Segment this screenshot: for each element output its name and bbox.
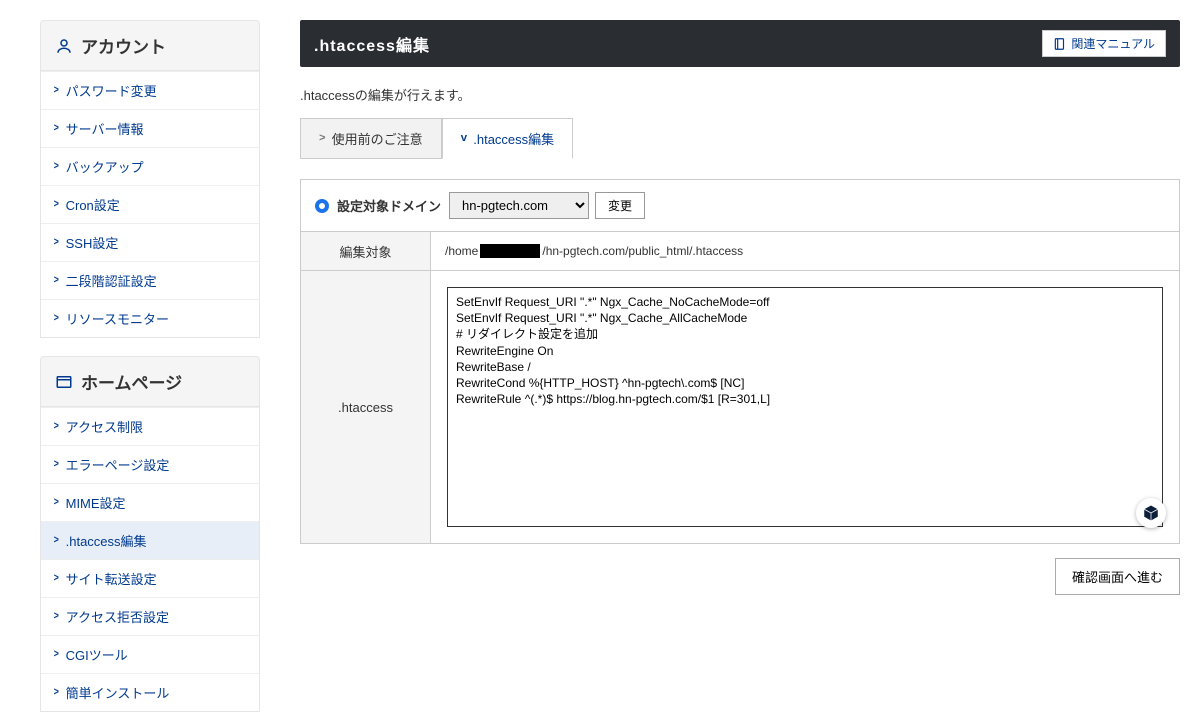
sidebar-item-label: リソースモニター	[66, 309, 169, 328]
submit-row: 確認画面へ進む	[300, 558, 1180, 595]
sidebar-item-install[interactable]: 簡単インストール	[41, 673, 259, 711]
sidebar-item-cron[interactable]: Cron設定	[41, 185, 259, 223]
floating-badge[interactable]	[1136, 498, 1166, 528]
sidebar-item-label: CGIツール	[66, 645, 128, 664]
sidebar-item-ssh[interactable]: SSH設定	[41, 223, 259, 261]
cube-icon	[1142, 504, 1160, 522]
manual-button-label: 関連マニュアル	[1071, 35, 1155, 52]
target-path: /home /hn-pgtech.com/public_html/.htacce…	[445, 244, 743, 258]
sidebar-item-mime[interactable]: MIME設定	[41, 483, 259, 521]
sidebar: アカウントパスワード変更サーバー情報バックアップ Cron設定 SSH設定二段階認証…	[0, 20, 270, 606]
sidebar-item-label: Cron設定	[66, 195, 120, 214]
sidebar-item-serverinfo[interactable]: サーバー情報	[41, 109, 259, 147]
sidebar-item-deny[interactable]: アクセス拒否設定	[41, 597, 259, 635]
sidebar-list: アクセス制限エラーページ設定 MIME設定 .htaccess編集サイト転送設定アク…	[40, 407, 260, 712]
chevron-icon: >	[319, 133, 326, 145]
sidebar-item-label: サイト転送設定	[66, 569, 157, 588]
sidebar-item-2fa[interactable]: 二段階認証設定	[41, 261, 259, 299]
sidebar-item-label: .htaccess編集	[66, 531, 147, 550]
editor-row: .htaccess	[301, 270, 1179, 543]
change-button[interactable]: 変更	[595, 192, 645, 219]
sidebar-item-label: アクセス制限	[66, 417, 143, 436]
page-title: .htaccess編集	[314, 32, 430, 56]
tab-label: 使用前のご注意	[332, 129, 423, 148]
sidebar-item-label: 簡単インストール	[66, 683, 170, 702]
sidebar-list: パスワード変更サーバー情報バックアップ Cron設定 SSH設定二段階認証設定リソー…	[40, 71, 260, 338]
domain-select[interactable]: hn-pgtech.com	[449, 192, 589, 219]
submit-button[interactable]: 確認画面へ進む	[1055, 558, 1180, 595]
book-icon	[1053, 37, 1067, 51]
target-row-label: 編集対象	[301, 232, 431, 270]
tab-label: .htaccess編集	[473, 129, 554, 148]
sidebar-item-resource[interactable]: リソースモニター	[41, 299, 259, 337]
manual-button[interactable]: 関連マニュアル	[1042, 30, 1166, 57]
editor-row-label: .htaccess	[301, 271, 431, 543]
sidebar-section-title: ホームページ	[81, 369, 182, 394]
sidebar-item-cgi[interactable]: CGIツール	[41, 635, 259, 673]
sidebar-item-label: バックアップ	[66, 157, 144, 176]
sidebar-section-header: ホームページ	[40, 356, 260, 407]
sidebar-item-error[interactable]: エラーページ設定	[41, 445, 259, 483]
sidebar-section-header: アカウント	[40, 20, 260, 71]
path-prefix: /home	[445, 244, 478, 258]
sidebar-item-forward[interactable]: サイト転送設定	[41, 559, 259, 597]
sidebar-item-label: SSH設定	[66, 233, 119, 252]
sidebar-item-backup[interactable]: バックアップ	[41, 147, 259, 185]
htaccess-editor[interactable]	[447, 287, 1163, 527]
sidebar-item-htaccess[interactable]: .htaccess編集	[41, 521, 259, 559]
target-row: 編集対象 /home /hn-pgtech.com/public_html/.h…	[301, 231, 1179, 270]
tab-edit[interactable]: v .htaccess編集	[442, 118, 574, 159]
window-icon	[55, 373, 73, 391]
sidebar-item-label: 二段階認証設定	[66, 271, 157, 290]
sidebar-item-access[interactable]: アクセス制限	[41, 407, 259, 445]
domain-row: 設定対象ドメイン hn-pgtech.com 変更	[301, 180, 1179, 231]
sidebar-item-password[interactable]: パスワード変更	[41, 71, 259, 109]
sidebar-section-title: アカウント	[81, 33, 166, 58]
redacted-segment	[480, 244, 540, 258]
sidebar-item-label: アクセス拒否設定	[66, 607, 169, 626]
domain-radio[interactable]	[315, 199, 329, 213]
page-header: .htaccess編集 関連マニュアル	[300, 20, 1180, 67]
sidebar-item-label: MIME設定	[66, 493, 126, 512]
sidebar-item-label: パスワード変更	[66, 81, 157, 100]
path-suffix: /hn-pgtech.com/public_html/.htaccess	[542, 244, 743, 258]
page-description: .htaccessの編集が行えます。	[300, 85, 1180, 104]
tabs: > 使用前のご注意 v .htaccess編集	[300, 118, 1180, 159]
user-icon	[55, 37, 73, 55]
main-content: .htaccess編集 関連マニュアル .htaccessの編集が行えます。 >…	[270, 20, 1200, 606]
sidebar-item-label: エラーページ設定	[66, 455, 170, 474]
sidebar-item-label: サーバー情報	[66, 119, 144, 138]
domain-row-label: 設定対象ドメイン	[337, 196, 441, 215]
tab-notice[interactable]: > 使用前のご注意	[300, 118, 442, 159]
chevron-icon: v	[461, 133, 468, 145]
settings-panel: 設定対象ドメイン hn-pgtech.com 変更 編集対象 /home /hn…	[300, 179, 1180, 544]
